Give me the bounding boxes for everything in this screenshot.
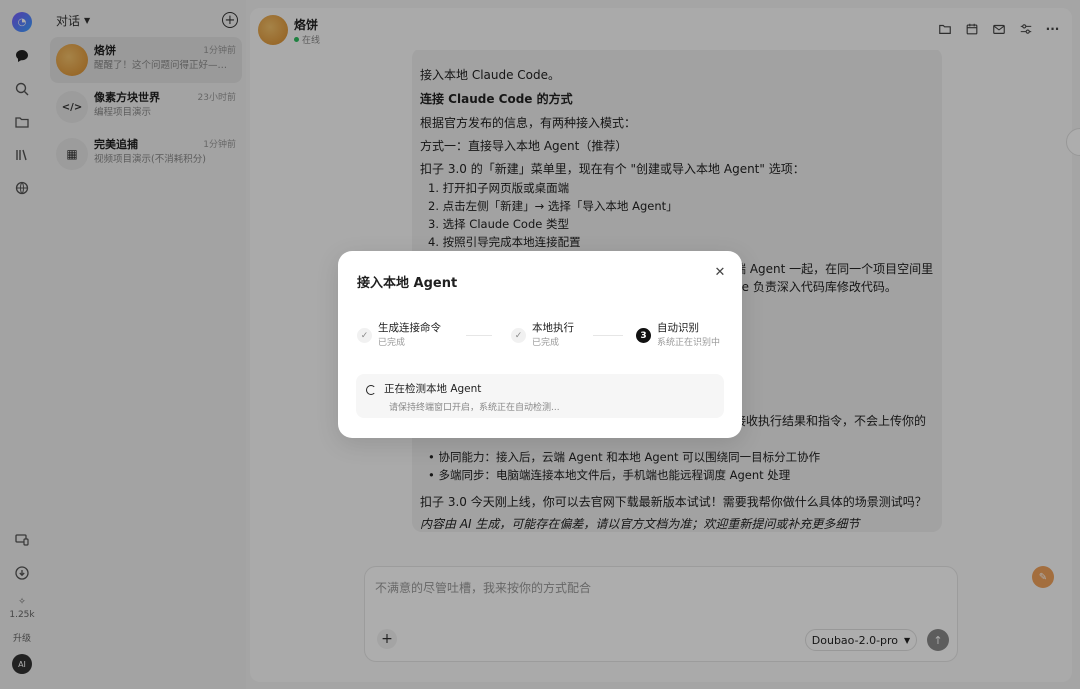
step-local-run: ✓ 本地执行 已完成 (511, 321, 574, 350)
detection-status: 正在检测本地 Agent 请保持终端窗口开启，系统正在自动检测... (356, 374, 724, 418)
step-status: 系统正在识别中 (657, 338, 721, 348)
step-status: 已完成 (378, 338, 406, 348)
step-connector (466, 335, 492, 336)
detection-subtitle: 请保持终端窗口开启，系统正在自动检测... (389, 403, 560, 413)
dialog-title: 接入本地 Agent (357, 276, 458, 291)
step-status: 已完成 (532, 338, 560, 348)
loading-spinner-icon (366, 385, 376, 395)
step-connector (593, 335, 623, 336)
check-icon: ✓ (357, 328, 372, 343)
step-generate-command: ✓ 生成连接命令 已完成 (357, 321, 441, 350)
step-label: 本地执行 (532, 322, 574, 334)
detection-title: 正在检测本地 Agent (384, 383, 482, 395)
check-icon: ✓ (511, 328, 526, 343)
step-label: 生成连接命令 (378, 322, 441, 334)
step-number: 3 (636, 328, 651, 343)
connect-agent-dialog: 接入本地 Agent ✕ ✓ 生成连接命令 已完成 ✓ 本地执行 已完成 3 自… (338, 251, 742, 438)
step-auto-detect: 3 自动识别 系统正在识别中 (636, 321, 720, 350)
close-icon[interactable]: ✕ (712, 264, 728, 280)
step-label: 自动识别 (657, 322, 699, 334)
